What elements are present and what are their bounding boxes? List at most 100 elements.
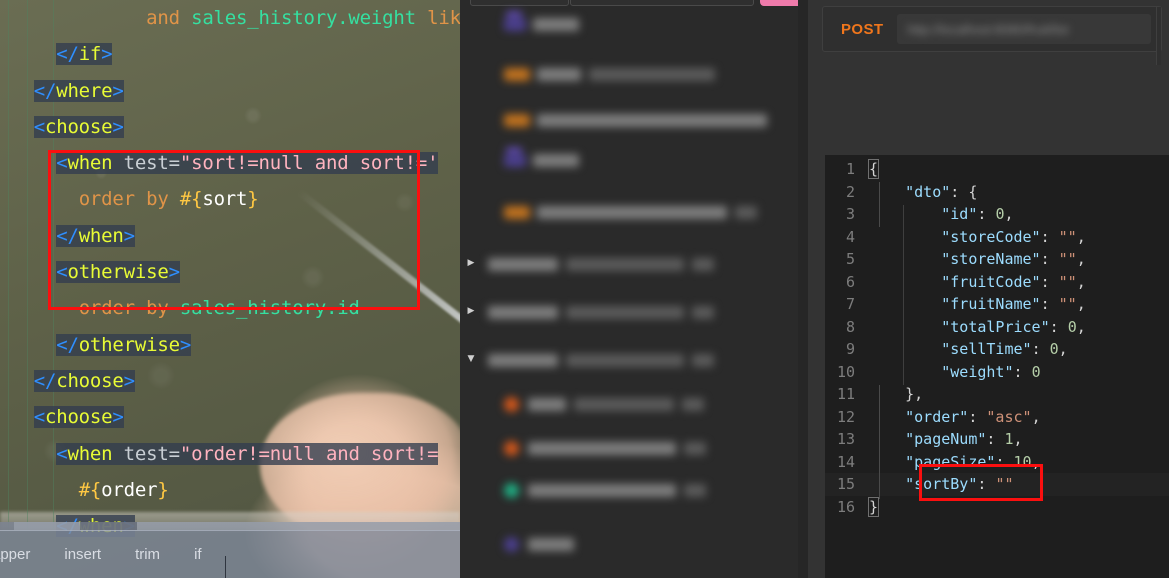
editor-tab-if[interactable]: if <box>184 546 212 563</box>
list-item[interactable]: ▼ <box>460 348 808 372</box>
editor-tab-insert[interactable]: insert <box>54 546 111 563</box>
json-token: "fruitCode" <box>941 272 1041 291</box>
json-token: 0 <box>1049 340 1059 358</box>
json-indent-guide-3 <box>879 385 880 499</box>
list-item[interactable] <box>460 62 808 86</box>
code-token: > <box>112 406 124 429</box>
json-token: 0 <box>1067 317 1077 336</box>
json-line-code: "storeName": "", <box>869 248 1086 271</box>
json-token: "pageNum" <box>905 430 987 448</box>
code-token: otherwise <box>78 333 180 356</box>
code-editor-pane[interactable]: and sales_history.weight like co </if> <… <box>0 0 460 578</box>
list-item[interactable]: ▶ <box>460 252 808 276</box>
json-token: , <box>1076 295 1086 313</box>
list-item[interactable]: ▶ <box>460 300 808 324</box>
json-line-number: 7 <box>845 295 855 313</box>
editor-tab-trim[interactable]: trim <box>125 546 170 563</box>
list-item[interactable] <box>460 532 808 556</box>
json-line: 12 "order": "asc", <box>825 406 1169 429</box>
json-token: 10 <box>1013 452 1032 471</box>
json-line-number: 3 <box>845 205 855 223</box>
request-bar-right-edge <box>1156 7 1161 65</box>
editor-tab-apper[interactable]: apper <box>0 546 40 563</box>
code-token: "sort!=null and sort!=' <box>179 152 439 175</box>
list-filter-input-left[interactable] <box>470 0 570 6</box>
json-line-number: 9 <box>845 340 855 358</box>
list-item-text-blurred <box>488 257 558 271</box>
list-item-content <box>460 62 808 86</box>
json-token: : <box>977 475 996 493</box>
json-line: 13 "pageNum": 1, <box>825 428 1169 451</box>
list-item[interactable] <box>460 200 808 224</box>
code-token: when <box>78 224 124 247</box>
json-line: 3 "id": 0, <box>825 203 1169 226</box>
json-line-code: "fruitName": "", <box>869 293 1086 316</box>
code-token: </ <box>56 333 79 356</box>
json-line: 16} <box>825 496 1169 519</box>
json-line: 4 "storeCode": "", <box>825 226 1169 249</box>
json-token: "" <box>995 475 1014 493</box>
list-item-text-blurred <box>735 205 757 219</box>
code-token: > <box>123 369 135 392</box>
request-url-input[interactable]: http://localhost:8080/fruit/list <box>897 14 1151 44</box>
list-item-text-blurred <box>566 305 684 319</box>
code-token: < <box>56 261 68 284</box>
json-line-number: 2 <box>845 182 855 201</box>
list-item-text-blurred <box>684 441 706 455</box>
code-text-area[interactable]: and sales_history.weight like co </if> <… <box>0 0 460 538</box>
json-token: : { <box>950 182 978 201</box>
list-item-content <box>460 300 808 324</box>
request-url-bar[interactable]: POST http://localhost:8080/fruit/list <box>822 6 1162 65</box>
tag-badge-orange <box>504 113 530 127</box>
code-token: when <box>67 442 113 465</box>
code-line: <choose> <box>0 109 460 145</box>
json-line-number: 8 <box>845 317 855 336</box>
code-token: > <box>179 333 192 356</box>
json-token: 1 <box>1004 430 1014 448</box>
code-line: </otherwise> <box>0 327 460 363</box>
code-token: like co <box>427 7 460 29</box>
json-line-code: "dto": { <box>869 181 977 204</box>
json-line-number: 6 <box>845 272 855 291</box>
json-token: , <box>1058 340 1068 358</box>
list-item[interactable] <box>460 392 808 416</box>
editor-tab-bar[interactable]: apper insert trimif <box>0 530 460 578</box>
list-item[interactable] <box>460 147 808 172</box>
list-item[interactable] <box>460 436 808 460</box>
json-token: , <box>1013 430 1023 448</box>
json-token: "id" <box>941 205 978 223</box>
json-line-code: "weight": 0 <box>869 361 1041 384</box>
code-line: <choose> <box>0 399 460 435</box>
code-token: #{ <box>179 188 203 211</box>
json-line-code: { <box>867 158 880 181</box>
json-line: 7 "fruitName": "", <box>825 293 1169 316</box>
http-method-label[interactable]: POST <box>823 21 897 38</box>
tag-badge-purple <box>504 147 526 167</box>
json-token: "pageSize" <box>905 452 996 471</box>
list-header-toolbar[interactable] <box>460 0 808 6</box>
json-token: "fruitName" <box>941 295 1041 313</box>
list-item[interactable] <box>460 108 808 132</box>
json-token: 0 <box>1031 362 1041 381</box>
tag-badge-orange <box>504 67 530 81</box>
list-item-content <box>460 392 808 416</box>
json-token: "sellTime" <box>941 340 1032 358</box>
code-line: <when test="sort!=null and sort!=' <box>0 145 460 181</box>
json-token: , <box>1076 227 1086 246</box>
list-item-text-blurred <box>537 113 767 127</box>
json-body-editor[interactable]: 1{2 "dto": {3 "id": 0, 4 "storeCode": "",… <box>825 155 1169 578</box>
list-item[interactable] <box>460 11 808 36</box>
list-item-content <box>460 252 808 276</box>
json-token: "asc" <box>986 407 1032 426</box>
list-item[interactable] <box>460 478 808 502</box>
request-detail-pane[interactable]: POST http://localhost:8080/fruit/list 1 {… <box>808 0 1169 578</box>
request-list-pane[interactable]: ▶ ▶ ▼ <box>460 0 808 578</box>
code-token: order <box>101 478 158 501</box>
json-token: : <box>986 430 1005 448</box>
list-filter-input-right[interactable] <box>570 0 755 6</box>
